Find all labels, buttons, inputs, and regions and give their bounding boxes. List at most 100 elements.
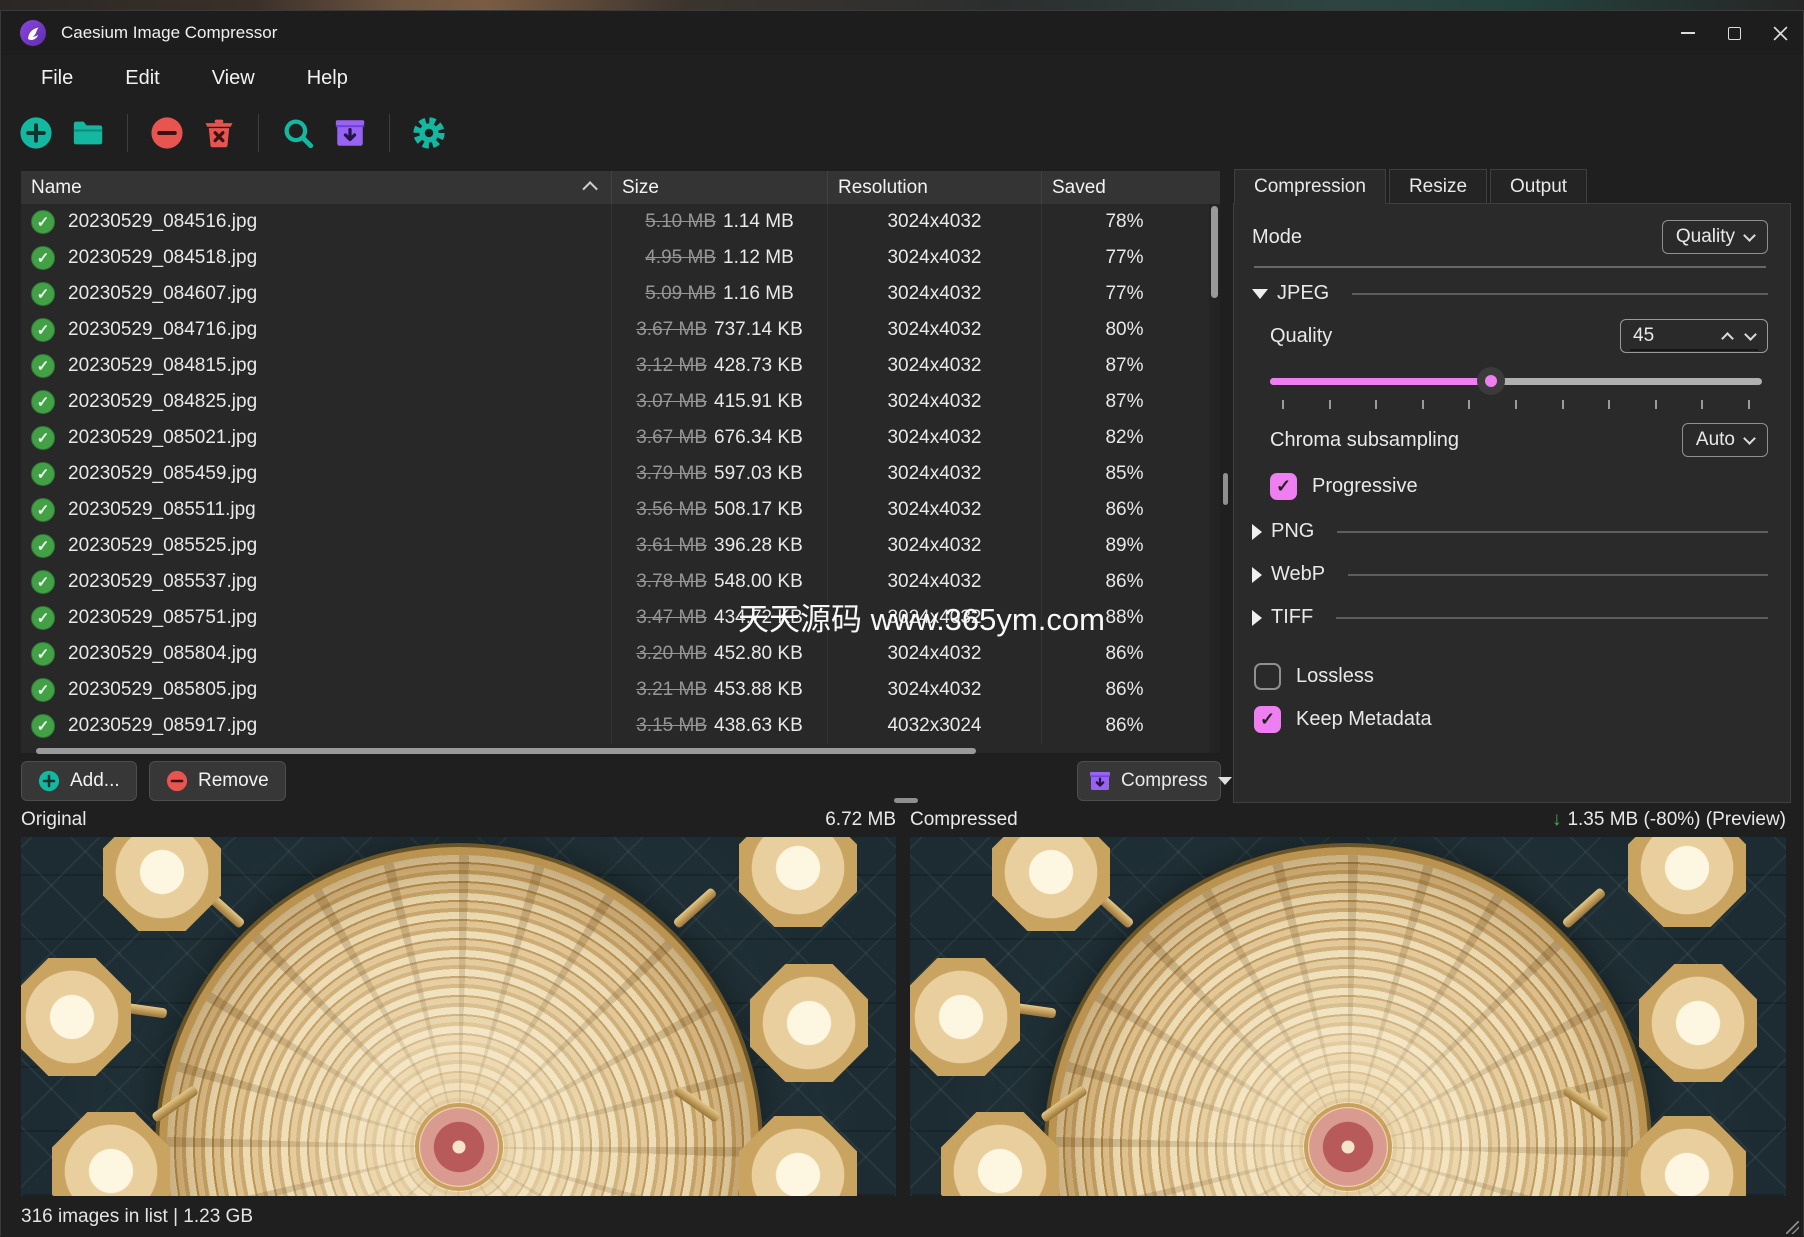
row-check-icon: ✓ bbox=[31, 246, 55, 270]
table-row[interactable]: ✓ 20230529_084607.jpg 5.09 MB 1.16 MB 30… bbox=[21, 276, 1220, 312]
column-header-resolution[interactable]: Resolution bbox=[828, 171, 1042, 204]
preview-button[interactable] bbox=[279, 114, 317, 152]
table-row[interactable]: ✓ 20230529_085525.jpg 3.61 MB 396.28 KB … bbox=[21, 528, 1220, 564]
table-row[interactable]: ✓ 20230529_085511.jpg 3.56 MB 508.17 KB … bbox=[21, 492, 1220, 528]
gear-icon bbox=[412, 116, 446, 150]
mode-separator bbox=[1254, 266, 1766, 268]
sort-asc-icon bbox=[582, 181, 598, 197]
compressed-preview-image bbox=[910, 837, 1786, 1196]
resize-grip[interactable] bbox=[1786, 1221, 1799, 1234]
toolbar-separator bbox=[258, 114, 259, 152]
row-check-icon: ✓ bbox=[31, 642, 55, 666]
horizontal-splitter-handle[interactable] bbox=[894, 798, 918, 803]
original-preview-header: Original 6.72 MB bbox=[21, 807, 896, 833]
add-folder-button[interactable] bbox=[69, 114, 107, 152]
watermark: 天天源码 www.365ym.com bbox=[738, 594, 1105, 639]
spin-up-icon[interactable] bbox=[1721, 332, 1734, 345]
remove-files-button[interactable] bbox=[148, 114, 186, 152]
progressive-label: Progressive bbox=[1312, 475, 1418, 498]
table-row[interactable]: ✓ 20230529_085804.jpg 3.20 MB 452.80 KB … bbox=[21, 636, 1220, 672]
column-header-saved[interactable]: Saved bbox=[1042, 171, 1207, 204]
menu-help[interactable]: Help bbox=[281, 61, 374, 96]
clear-list-button[interactable] bbox=[200, 114, 238, 152]
progressive-checkbox[interactable]: ✓ bbox=[1270, 473, 1297, 500]
vertical-scrollbar[interactable] bbox=[1209, 204, 1220, 753]
saved-percent: 87% bbox=[1105, 355, 1143, 377]
minus-circle-icon bbox=[150, 116, 184, 150]
menu-bar: File Edit View Help bbox=[1, 55, 374, 101]
table-row[interactable]: ✓ 20230529_084516.jpg 5.10 MB 1.14 MB 30… bbox=[21, 204, 1220, 240]
file-name: 20230529_084825.jpg bbox=[68, 391, 257, 413]
compressed-size: 737.14 KB bbox=[714, 319, 803, 341]
saved-percent: 88% bbox=[1105, 607, 1143, 629]
table-row[interactable]: ✓ 20230529_084815.jpg 3.12 MB 428.73 KB … bbox=[21, 348, 1220, 384]
resolution-value: 3024x4032 bbox=[887, 319, 981, 341]
tab-resize[interactable]: Resize bbox=[1389, 169, 1487, 204]
chroma-label: Chroma subsampling bbox=[1270, 429, 1459, 452]
horizontal-scrollbar[interactable] bbox=[36, 748, 976, 754]
jpeg-quality-slider[interactable] bbox=[1270, 367, 1762, 395]
keep-metadata-checkbox[interactable]: ✓ bbox=[1254, 706, 1281, 733]
saved-percent: 87% bbox=[1105, 391, 1143, 413]
column-header-size[interactable]: Size bbox=[612, 171, 828, 204]
app-logo-icon bbox=[19, 19, 47, 47]
saved-percent: 80% bbox=[1105, 319, 1143, 341]
keep-metadata-label: Keep Metadata bbox=[1296, 708, 1432, 731]
down-arrow-icon: ↓ bbox=[1552, 809, 1562, 830]
row-check-icon: ✓ bbox=[31, 282, 55, 306]
row-check-icon: ✓ bbox=[31, 426, 55, 450]
png-section-header[interactable]: PNG bbox=[1252, 520, 1768, 543]
add-files-button[interactable] bbox=[17, 114, 55, 152]
menu-view[interactable]: View bbox=[186, 61, 281, 96]
row-check-icon: ✓ bbox=[31, 678, 55, 702]
table-row[interactable]: ✓ 20230529_084518.jpg 4.95 MB 1.12 MB 30… bbox=[21, 240, 1220, 276]
table-row[interactable]: ✓ 20230529_085459.jpg 3.79 MB 597.03 KB … bbox=[21, 456, 1220, 492]
table-row[interactable]: ✓ 20230529_085917.jpg 3.15 MB 438.63 KB … bbox=[21, 708, 1220, 744]
expand-arrow-icon bbox=[1252, 610, 1262, 626]
jpeg-section-header[interactable]: JPEG bbox=[1252, 282, 1768, 305]
table-row[interactable]: ✓ 20230529_085805.jpg 3.21 MB 453.88 KB … bbox=[21, 672, 1220, 708]
tiff-section-header[interactable]: TIFF bbox=[1252, 606, 1768, 629]
column-header-name[interactable]: Name bbox=[21, 171, 612, 204]
tab-output[interactable]: Output bbox=[1490, 169, 1587, 204]
menu-file[interactable]: File bbox=[15, 61, 99, 96]
vertical-scrollbar-thumb[interactable] bbox=[1211, 206, 1218, 298]
jpeg-quality-slider-fill bbox=[1270, 378, 1491, 385]
table-row[interactable]: ✓ 20230529_084825.jpg 3.07 MB 415.91 KB … bbox=[21, 384, 1220, 420]
lossless-checkbox[interactable]: ✓ bbox=[1254, 663, 1281, 690]
compress-options-dropdown[interactable] bbox=[1218, 777, 1232, 785]
resolution-value: 3024x4032 bbox=[887, 283, 981, 305]
file-name: 20230529_085537.jpg bbox=[68, 571, 257, 593]
jpeg-quality-slider-thumb[interactable] bbox=[1477, 367, 1505, 395]
maximize-button[interactable] bbox=[1711, 11, 1757, 55]
close-button[interactable] bbox=[1757, 11, 1803, 55]
column-label-name: Name bbox=[31, 177, 82, 199]
mode-dropdown[interactable]: Quality bbox=[1662, 220, 1768, 254]
file-table: Name Size Resolution Saved ✓ 20230529_08… bbox=[21, 171, 1220, 753]
vertical-splitter-handle[interactable] bbox=[1223, 473, 1228, 505]
original-size: 3.78 MB bbox=[636, 571, 707, 593]
original-size: 4.95 MB bbox=[645, 247, 716, 269]
original-size: 5.10 MB bbox=[645, 211, 716, 233]
table-row[interactable]: ✓ 20230529_084716.jpg 3.67 MB 737.14 KB … bbox=[21, 312, 1220, 348]
original-size: 3.67 MB bbox=[636, 319, 707, 341]
tab-compression[interactable]: Compression bbox=[1234, 169, 1386, 204]
saved-percent: 77% bbox=[1105, 283, 1143, 305]
minimize-button[interactable] bbox=[1665, 11, 1711, 55]
compress-button[interactable]: Compress bbox=[1078, 769, 1218, 793]
settings-button[interactable] bbox=[410, 114, 448, 152]
row-check-icon: ✓ bbox=[31, 534, 55, 558]
menu-edit[interactable]: Edit bbox=[99, 61, 185, 96]
compress-toolbar-button[interactable] bbox=[331, 114, 369, 152]
archive-down-icon bbox=[333, 116, 367, 150]
table-row[interactable]: ✓ 20230529_085021.jpg 3.67 MB 676.34 KB … bbox=[21, 420, 1220, 456]
saved-percent: 86% bbox=[1105, 715, 1143, 737]
remove-button[interactable]: Remove bbox=[149, 761, 286, 801]
spin-down-icon[interactable] bbox=[1744, 328, 1757, 341]
jpeg-quality-spinbox[interactable]: 45 bbox=[1620, 319, 1768, 353]
add-button[interactable]: Add... bbox=[21, 761, 137, 801]
original-size: 3.67 MB bbox=[636, 427, 707, 449]
file-name: 20230529_085525.jpg bbox=[68, 535, 257, 557]
webp-section-header[interactable]: WebP bbox=[1252, 563, 1768, 586]
chroma-dropdown[interactable]: Auto bbox=[1682, 423, 1768, 457]
